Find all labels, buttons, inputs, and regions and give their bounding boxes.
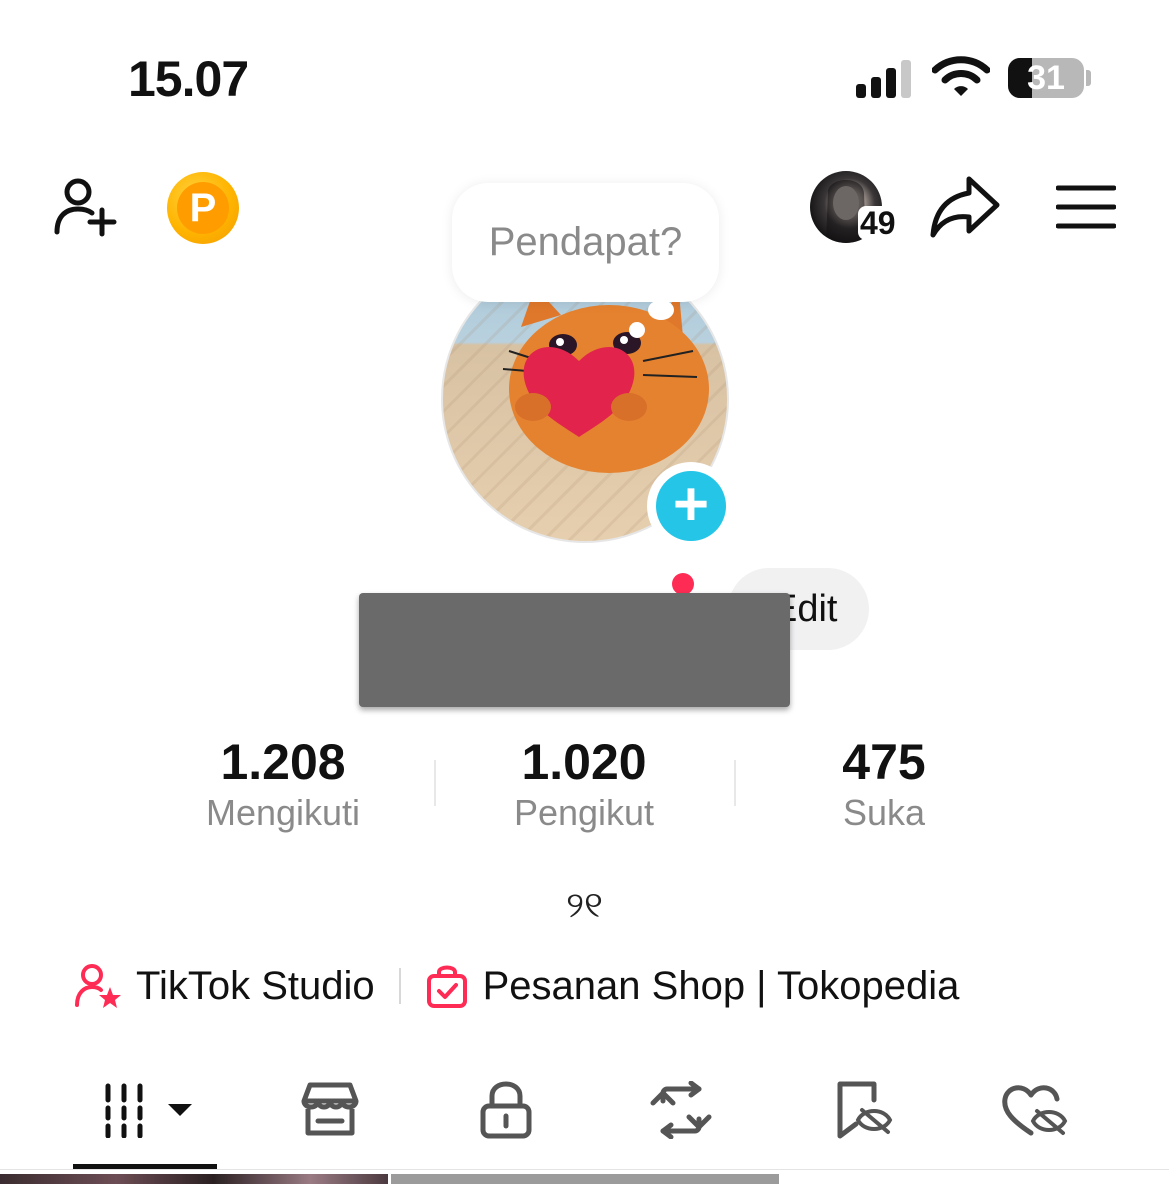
plus-icon: + (656, 471, 726, 541)
shop-orders-link[interactable]: Pesanan Shop | Tokopedia (425, 962, 960, 1010)
profile-screen: 15.07 31 P 49 + Pendapat? Edit 1.208 Men… (0, 0, 1169, 1184)
lock-icon (480, 1081, 532, 1139)
profile-links: TikTok Studio Pesanan Shop | Tokopedia (74, 958, 959, 1014)
bookmark-hidden-icon (837, 1081, 893, 1139)
profile-bio: ୨୧ (566, 884, 603, 925)
repost-icon (650, 1081, 712, 1139)
status-time: 15.07 (128, 51, 249, 107)
stat-divider (734, 760, 736, 806)
stat-following-label: Mengikuti (205, 792, 361, 833)
person-star-icon (75, 964, 121, 1008)
add-person-icon (54, 178, 117, 237)
tab-private[interactable] (476, 1078, 536, 1142)
cellular-signal-icon (856, 60, 911, 98)
hamburger-menu-icon (1056, 185, 1116, 229)
stat-likes-label: Suka (842, 792, 926, 833)
stat-followers-value: 1.020 (521, 734, 647, 790)
video-thumbnail[interactable] (0, 1174, 388, 1184)
tab-reposts[interactable] (648, 1078, 714, 1142)
bubble-tail-large (648, 300, 674, 320)
tabs-divider (0, 1169, 1169, 1170)
menu-button[interactable] (1054, 182, 1118, 232)
p-coin-icon: P (177, 182, 229, 234)
stat-likes-value: 475 (842, 734, 926, 790)
friend-count-badge: 49 (858, 205, 898, 241)
stat-divider (434, 760, 436, 806)
stat-likes[interactable]: 475 Suka (764, 734, 1004, 836)
tiktok-studio-link[interactable]: TikTok Studio (74, 963, 375, 1009)
stat-following-value: 1.208 (220, 734, 346, 790)
note-bubble-text: Pendapat? (488, 220, 683, 264)
notification-dot (672, 573, 694, 595)
add-story-button[interactable]: + (647, 462, 735, 550)
shopping-bag-check-icon (426, 965, 467, 1008)
battery-level: 31 (1027, 59, 1065, 97)
bubble-tail-small (629, 322, 645, 338)
tab-liked[interactable] (1000, 1078, 1070, 1142)
tab-shop[interactable] (296, 1078, 364, 1142)
tiktok-studio-label: TikTok Studio (136, 963, 375, 1008)
shop-orders-label: Pesanan Shop | Tokopedia (482, 963, 960, 1008)
battery-cap (1086, 70, 1091, 86)
link-separator (398, 968, 401, 1004)
wifi-icon (932, 56, 990, 96)
redaction-block (359, 593, 790, 707)
coin-rewards-button[interactable]: P (167, 172, 239, 244)
video-thumbnail[interactable] (391, 1174, 779, 1184)
add-friend-button[interactable] (50, 174, 120, 240)
note-bubble[interactable]: Pendapat? (452, 183, 719, 302)
share-profile-button[interactable] (928, 172, 1002, 242)
stat-followers-label: Pengikut (513, 792, 655, 833)
videos-grid-icon (105, 1083, 192, 1138)
stat-following[interactable]: 1.208 Mengikuti (163, 734, 403, 836)
battery-icon: 31 (1008, 58, 1084, 98)
storefront-icon (301, 1082, 359, 1136)
stat-followers[interactable]: 1.020 Pengikut (464, 734, 704, 836)
tab-videos[interactable] (96, 1078, 196, 1142)
tab-favorites[interactable] (830, 1078, 896, 1142)
share-arrow-icon (930, 176, 1000, 238)
heart-hidden-icon (1002, 1085, 1068, 1136)
